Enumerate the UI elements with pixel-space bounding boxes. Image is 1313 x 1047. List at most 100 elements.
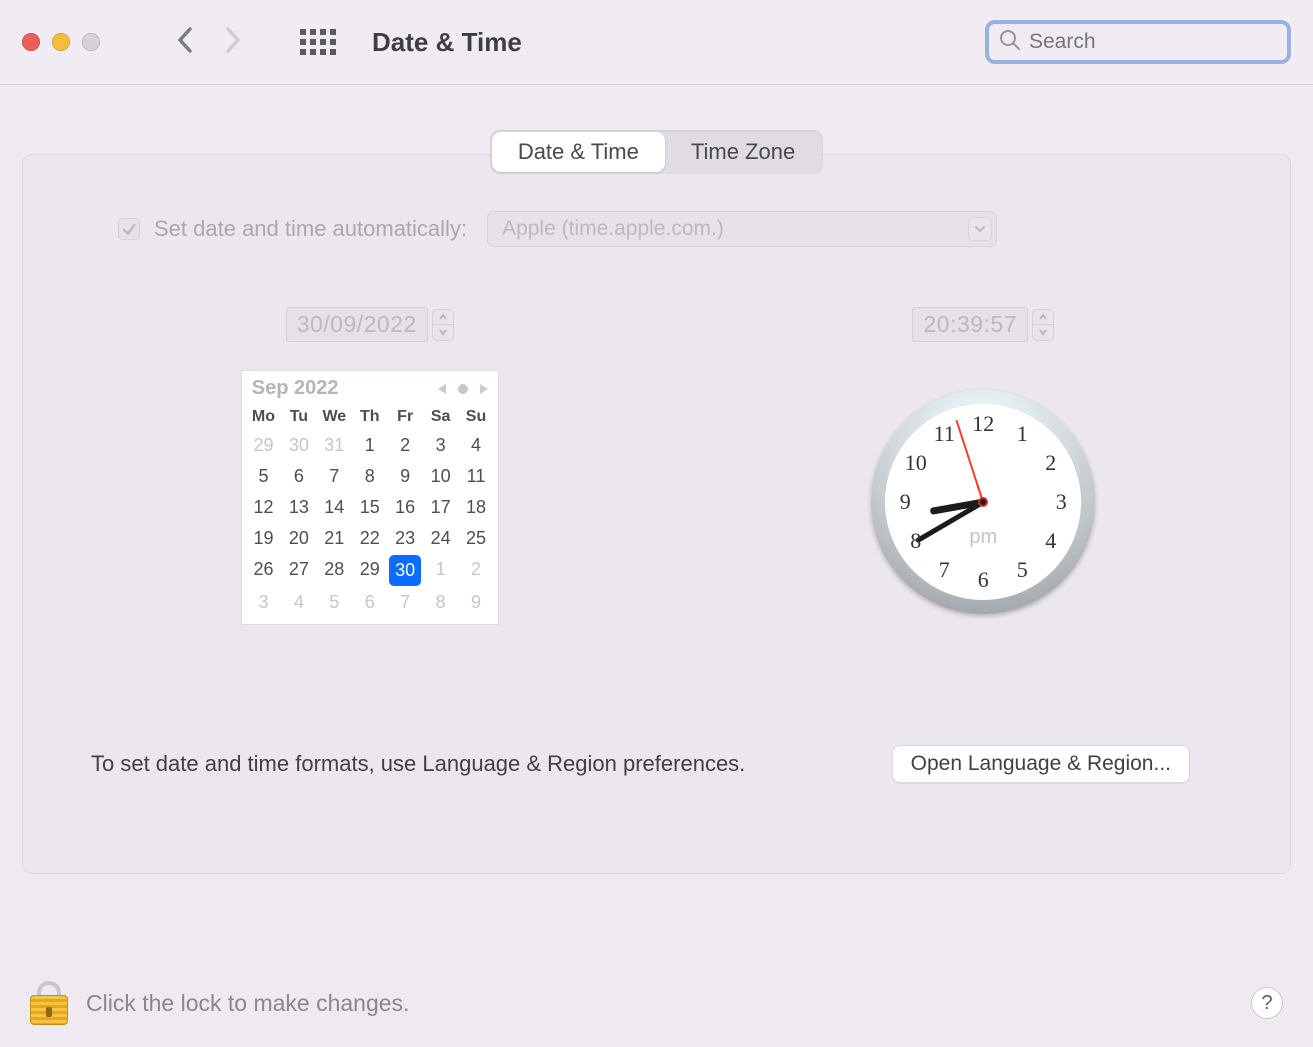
calendar-day[interactable]: 6 <box>281 461 316 492</box>
clock-numeral: 11 <box>934 421 955 447</box>
calendar-day[interactable]: 12 <box>246 492 281 523</box>
minimize-window-button[interactable] <box>52 33 70 51</box>
calendar-day[interactable]: 29 <box>246 430 281 461</box>
calendar-day[interactable]: 17 <box>423 492 458 523</box>
stepper-up-icon[interactable] <box>1033 310 1053 325</box>
calendar-day-header: Th <box>352 404 387 430</box>
calendar-day[interactable]: 30 <box>281 430 316 461</box>
forward-button[interactable] <box>224 26 242 59</box>
zoom-window-button[interactable] <box>82 33 100 51</box>
calendar-day[interactable]: 2 <box>458 554 493 587</box>
calendar-day[interactable]: 4 <box>458 430 493 461</box>
calendar-day[interactable]: 25 <box>458 523 493 554</box>
calendar-day[interactable]: 5 <box>317 587 352 618</box>
calendar-day-header: We <box>317 404 352 430</box>
back-button[interactable] <box>176 26 194 59</box>
calendar-day[interactable]: 3 <box>423 430 458 461</box>
calendar-day[interactable]: 8 <box>423 587 458 618</box>
calendar-day[interactable]: 31 <box>317 430 352 461</box>
analog-clock: pm 121234567891011 <box>871 390 1095 614</box>
auto-date-time-row: Set date and time automatically: Apple (… <box>23 211 1290 247</box>
calendar-day[interactable]: 1 <box>352 430 387 461</box>
calendar-day[interactable]: 9 <box>387 461 422 492</box>
clock-numeral: 12 <box>972 411 994 437</box>
time-field[interactable]: 20:39:57 <box>912 307 1054 342</box>
calendar-title: Sep 2022 <box>252 377 339 400</box>
clock-pin-icon <box>978 497 988 507</box>
stepper-up-icon[interactable] <box>433 310 453 325</box>
clock-numeral: 2 <box>1045 450 1056 476</box>
calendar-day[interactable]: 10 <box>423 461 458 492</box>
open-language-region-button[interactable]: Open Language & Region... <box>892 745 1190 783</box>
calendar-day[interactable]: 15 <box>352 492 387 523</box>
calendar-day[interactable]: 14 <box>317 492 352 523</box>
tab-time-zone[interactable]: Time Zone <box>665 132 821 172</box>
chevron-down-icon <box>968 217 992 241</box>
calendar-day[interactable]: 8 <box>352 461 387 492</box>
stepper-down-icon[interactable] <box>1033 325 1053 340</box>
calendar-day[interactable]: 6 <box>352 587 387 618</box>
traffic-lights <box>22 33 100 51</box>
calendar-day[interactable]: 5 <box>246 461 281 492</box>
calendar-day[interactable]: 26 <box>246 554 281 587</box>
calendar-day[interactable]: 7 <box>387 587 422 618</box>
clock-numeral: 6 <box>978 567 989 593</box>
show-all-icon[interactable] <box>300 29 336 55</box>
calendar-day-header: Fr <box>387 404 422 430</box>
auto-date-time-checkbox[interactable] <box>118 218 140 240</box>
calendar-day[interactable]: 18 <box>458 492 493 523</box>
calendar-day[interactable]: 27 <box>281 554 316 587</box>
calendar-day[interactable]: 16 <box>387 492 422 523</box>
toolbar: Date & Time <box>0 0 1313 85</box>
calendar-day[interactable]: 22 <box>352 523 387 554</box>
search-icon <box>999 29 1021 56</box>
clock-ampm: pm <box>969 526 997 549</box>
calendar-day[interactable]: 28 <box>317 554 352 587</box>
date-value: 30/09/2022 <box>286 307 428 342</box>
calendar-day[interactable]: 20 <box>281 523 316 554</box>
calendar-day-header: Su <box>458 404 493 430</box>
calendar-day[interactable]: 13 <box>281 492 316 523</box>
calendar-day[interactable]: 11 <box>458 461 493 492</box>
close-window-button[interactable] <box>22 33 40 51</box>
time-server-combo[interactable]: Apple (time.apple.com.) <box>487 211 997 247</box>
calendar-day[interactable]: 29 <box>352 554 387 587</box>
calendar-day[interactable]: 1 <box>423 554 458 587</box>
preferences-panel: Set date and time automatically: Apple (… <box>22 154 1291 874</box>
calendar-day[interactable]: 30 <box>389 555 420 586</box>
calendar-day-header: Mo <box>246 404 281 430</box>
clock-numeral: 9 <box>900 489 911 515</box>
calendar-day[interactable]: 3 <box>246 587 281 618</box>
clock-numeral: 10 <box>905 450 927 476</box>
stepper-down-icon[interactable] <box>433 325 453 340</box>
clock-numeral: 1 <box>1017 421 1028 447</box>
calendar-day-header: Tu <box>281 404 316 430</box>
time-server-value: Apple (time.apple.com.) <box>502 217 724 241</box>
search-field[interactable] <box>985 20 1291 64</box>
help-button[interactable]: ? <box>1251 987 1283 1019</box>
format-hint-text: To set date and time formats, use Langua… <box>91 751 745 777</box>
lock-icon[interactable] <box>30 981 68 1025</box>
search-input[interactable] <box>1029 30 1300 54</box>
calendar-day[interactable]: 23 <box>387 523 422 554</box>
clock-numeral: 8 <box>910 528 921 554</box>
calendar-prev-icon[interactable] <box>436 382 448 396</box>
calendar-day[interactable]: 4 <box>281 587 316 618</box>
date-field[interactable]: 30/09/2022 <box>286 307 454 342</box>
calendar-day[interactable]: 7 <box>317 461 352 492</box>
calendar-day[interactable]: 24 <box>423 523 458 554</box>
nav-arrows <box>176 26 242 59</box>
calendar-day[interactable]: 9 <box>458 587 493 618</box>
calendar[interactable]: Sep 2022 MoTuWeThFrSaSu29303112345678910… <box>241 370 499 625</box>
calendar-today-icon[interactable] <box>458 384 468 394</box>
calendar-day[interactable]: 19 <box>246 523 281 554</box>
check-icon <box>121 221 137 237</box>
calendar-next-icon[interactable] <box>478 382 490 396</box>
calendar-day[interactable]: 21 <box>317 523 352 554</box>
calendar-day[interactable]: 2 <box>387 430 422 461</box>
tab-date-time[interactable]: Date & Time <box>492 132 665 172</box>
auto-date-time-label: Set date and time automatically: <box>154 216 467 242</box>
clock-numeral: 7 <box>939 557 950 583</box>
time-stepper[interactable] <box>1032 309 1054 341</box>
date-stepper[interactable] <box>432 309 454 341</box>
